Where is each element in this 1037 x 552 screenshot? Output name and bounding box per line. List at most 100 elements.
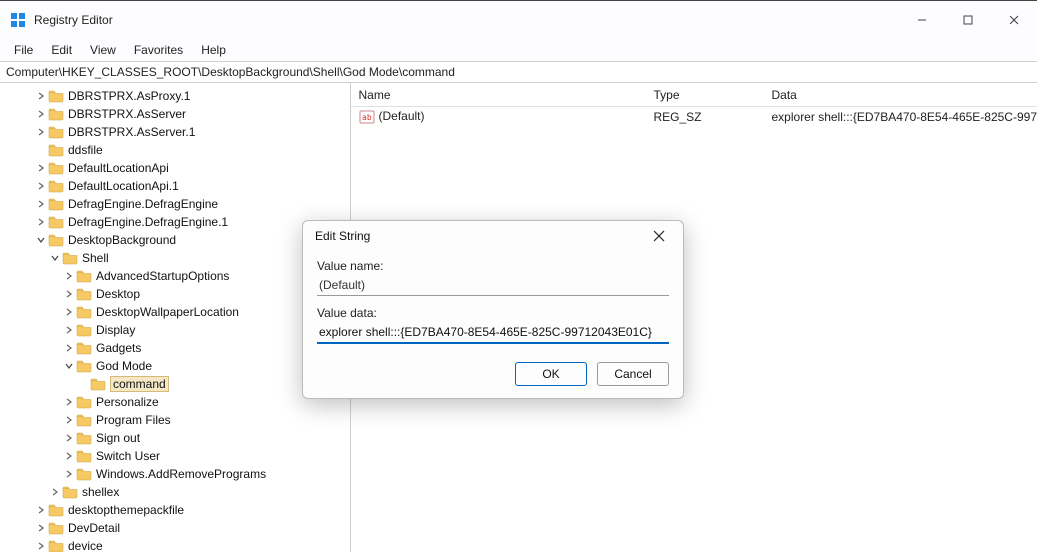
chevron-icon[interactable]	[34, 182, 48, 190]
tree-item-label: Personalize	[96, 395, 159, 409]
tree-item[interactable]: DefaultLocationApi.1	[0, 177, 350, 195]
folder-icon	[48, 125, 64, 139]
tree-item[interactable]: DesktopBackground	[0, 231, 350, 249]
folder-icon	[62, 485, 78, 499]
menu-help[interactable]: Help	[193, 41, 234, 59]
folder-icon	[48, 89, 64, 103]
chevron-icon[interactable]	[48, 488, 62, 496]
tree-item[interactable]: DefragEngine.DefragEngine.1	[0, 213, 350, 231]
folder-icon	[48, 197, 64, 211]
chevron-icon[interactable]	[34, 236, 48, 244]
chevron-icon[interactable]	[34, 110, 48, 118]
regedit-icon	[10, 12, 26, 28]
maximize-button[interactable]	[945, 1, 991, 39]
tree-item[interactable]: DBRSTPRX.AsProxy.1	[0, 87, 350, 105]
ok-button[interactable]: OK	[515, 362, 587, 386]
tree-item-label: Sign out	[96, 431, 140, 445]
chevron-icon[interactable]	[34, 524, 48, 532]
value-name-field: (Default)	[317, 275, 669, 296]
value-list-rows: ab(Default)REG_SZexplorer shell:::{ED7BA…	[351, 107, 1037, 127]
chevron-icon[interactable]	[34, 542, 48, 550]
folder-icon	[76, 413, 92, 427]
address-bar[interactable]: Computer\HKEY_CLASSES_ROOT\DesktopBackgr…	[0, 61, 1037, 83]
tree-item-label: DBRSTPRX.AsProxy.1	[68, 89, 190, 103]
tree-item-label: DesktopWallpaperLocation	[96, 305, 239, 319]
value-data: explorer shell:::{ED7BA470-8E54-465E-825…	[764, 110, 1037, 124]
folder-icon	[76, 287, 92, 301]
chevron-icon[interactable]	[34, 128, 48, 136]
tree-item[interactable]: Switch User	[0, 447, 350, 465]
tree-item[interactable]: Sign out	[0, 429, 350, 447]
folder-icon	[48, 539, 64, 552]
tree-item[interactable]: desktopthemepackfile	[0, 501, 350, 519]
tree-item-label: device	[68, 539, 103, 552]
tree-item[interactable]: Program Files	[0, 411, 350, 429]
col-header-name[interactable]: Name	[351, 88, 646, 102]
col-header-type[interactable]: Type	[646, 88, 764, 102]
tree-item[interactable]: DBRSTPRX.AsServer	[0, 105, 350, 123]
key-tree[interactable]: DBRSTPRX.AsProxy.1 DBRSTPRX.AsServerDBRST…	[0, 83, 351, 552]
tree-item-label: DefragEngine.DefragEngine.1	[68, 215, 228, 229]
tree-item[interactable]: command	[0, 375, 350, 393]
chevron-icon[interactable]	[62, 398, 76, 406]
minimize-button[interactable]	[899, 1, 945, 39]
folder-icon	[76, 323, 92, 337]
menu-edit[interactable]: Edit	[43, 41, 80, 59]
chevron-icon[interactable]	[34, 164, 48, 172]
cancel-button[interactable]: Cancel	[597, 362, 669, 386]
dialog-close-button[interactable]	[647, 224, 671, 248]
value-data-input[interactable]	[317, 322, 669, 344]
tree-item[interactable]: ddsfile	[0, 141, 350, 159]
value-data-label: Value data:	[317, 306, 669, 320]
tree-item[interactable]: DefaultLocationApi	[0, 159, 350, 177]
close-button[interactable]	[991, 1, 1037, 39]
tree-item-label: Shell	[82, 251, 109, 265]
tree-item[interactable]: Personalize	[0, 393, 350, 411]
tree-item[interactable]: Gadgets	[0, 339, 350, 357]
string-value-icon: ab	[359, 109, 375, 125]
chevron-icon[interactable]	[62, 416, 76, 424]
chevron-icon[interactable]	[62, 362, 76, 370]
chevron-icon[interactable]	[62, 308, 76, 316]
chevron-icon[interactable]	[62, 452, 76, 460]
folder-icon	[76, 449, 92, 463]
tree-item[interactable]: Desktop	[0, 285, 350, 303]
tree-item[interactable]: God Mode	[0, 357, 350, 375]
chevron-icon[interactable]	[34, 506, 48, 514]
titlebar: Registry Editor	[0, 1, 1037, 39]
tree-item[interactable]: device	[0, 537, 350, 552]
tree-item[interactable]: Shell	[0, 249, 350, 267]
menu-view[interactable]: View	[82, 41, 124, 59]
dialog-title: Edit String	[315, 229, 647, 243]
tree-item-label: Gadgets	[96, 341, 141, 355]
chevron-icon[interactable]	[34, 200, 48, 208]
tree-item[interactable]: DevDetail	[0, 519, 350, 537]
tree-item[interactable]: DesktopWallpaperLocation	[0, 303, 350, 321]
chevron-icon[interactable]	[62, 434, 76, 442]
tree-item[interactable]: shellex	[0, 483, 350, 501]
edit-string-dialog: Edit String Value name: (Default) Value …	[302, 220, 684, 399]
folder-icon	[90, 377, 106, 391]
chevron-icon[interactable]	[62, 344, 76, 352]
chevron-icon[interactable]	[34, 92, 48, 100]
tree-item[interactable]: DefragEngine.DefragEngine	[0, 195, 350, 213]
tree-item-label: DefaultLocationApi	[68, 161, 169, 175]
tree-item[interactable]: Display	[0, 321, 350, 339]
chevron-icon[interactable]	[62, 290, 76, 298]
menu-file[interactable]: File	[6, 41, 41, 59]
registry-editor-window: Registry Editor File Edit View Favorites…	[0, 0, 1037, 552]
col-header-data[interactable]: Data	[764, 88, 1037, 102]
folder-icon	[48, 215, 64, 229]
chevron-icon[interactable]	[62, 470, 76, 478]
chevron-icon[interactable]	[34, 218, 48, 226]
menu-favorites[interactable]: Favorites	[126, 41, 191, 59]
tree-item[interactable]: AdvancedStartupOptions	[0, 267, 350, 285]
chevron-icon[interactable]	[48, 254, 62, 262]
tree-item[interactable]: DBRSTPRX.AsServer.1	[0, 123, 350, 141]
folder-icon	[48, 143, 64, 157]
value-row[interactable]: ab(Default)REG_SZexplorer shell:::{ED7BA…	[351, 107, 1037, 127]
svg-text:ab: ab	[362, 113, 372, 122]
chevron-icon[interactable]	[62, 272, 76, 280]
tree-item[interactable]: Windows.AddRemovePrograms	[0, 465, 350, 483]
chevron-icon[interactable]	[62, 326, 76, 334]
